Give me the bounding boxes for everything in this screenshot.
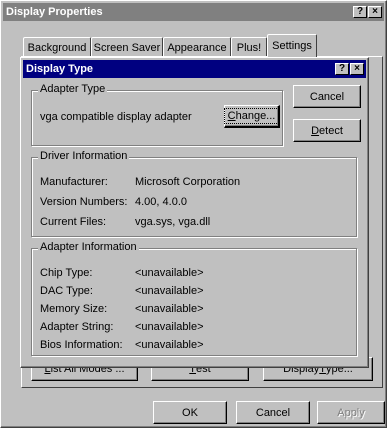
display-type-title: Display Type <box>26 63 94 75</box>
bios-information-value: <unavailable> <box>135 339 204 351</box>
apply-button[interactable]: Apply <box>317 401 385 424</box>
version-numbers-value: 4.00, 4.0.0 <box>135 196 187 208</box>
detect-button[interactable]: Detect <box>293 119 361 142</box>
driver-information-label: Driver Information <box>38 150 130 162</box>
ok-button[interactable]: OK <box>153 401 227 424</box>
close-icon: × <box>354 63 360 74</box>
change-button[interactable]: Change... <box>223 105 280 128</box>
display-type-titlebar[interactable]: Display Type ? × <box>23 60 366 78</box>
memory-size-value: <unavailable> <box>135 303 204 315</box>
manufacturer-value: Microsoft Corporation <box>135 176 241 188</box>
close-icon: × <box>372 6 378 17</box>
version-numbers-label: Version Numbers: <box>40 196 128 208</box>
dialog-help-button[interactable]: ? <box>335 63 349 75</box>
tab-background[interactable]: Background <box>23 37 91 57</box>
memory-size-label: Memory Size: <box>40 303 108 315</box>
display-properties-titlebar[interactable]: Display Properties ? × <box>3 3 384 21</box>
help-icon: ? <box>356 6 364 17</box>
dialog-cancel-button[interactable]: Cancel <box>293 85 361 108</box>
adapter-type-value: vga compatible display adapter <box>40 111 192 123</box>
current-files-label: Current Files: <box>40 216 107 228</box>
help-icon: ? <box>338 63 346 74</box>
cancel-button[interactable]: Cancel <box>236 401 310 424</box>
driver-information-group: Driver Information Manufacturer: Microso… <box>31 150 357 237</box>
bios-information-label: Bios Information: <box>40 339 123 351</box>
help-button[interactable]: ? <box>353 6 367 18</box>
display-properties-title: Display Properties <box>6 6 103 18</box>
current-files-value: vga.sys, vga.dll <box>135 216 211 228</box>
dac-type-label: DAC Type: <box>40 285 93 297</box>
adapter-information-group: Adapter Information Chip Type: <unavaila… <box>31 241 357 356</box>
chip-type-label: Chip Type: <box>40 267 93 279</box>
adapter-type-label: Adapter Type <box>38 83 108 95</box>
adapter-string-label: Adapter String: <box>40 321 114 333</box>
dac-type-value: <unavailable> <box>135 285 204 297</box>
adapter-information-label: Adapter Information <box>38 241 139 253</box>
tab-appearance[interactable]: Appearance <box>163 37 231 57</box>
tab-plus[interactable]: Plus! <box>231 37 267 57</box>
adapter-string-value: <unavailable> <box>135 321 204 333</box>
display-type-dialog: Display Type ? × Adapter Type vga compat… <box>20 57 369 368</box>
tab-screen-saver[interactable]: Screen Saver <box>91 37 163 57</box>
manufacturer-label: Manufacturer: <box>40 176 108 188</box>
close-button[interactable]: × <box>368 6 382 18</box>
adapter-type-group: Adapter Type vga compatible display adap… <box>31 83 283 146</box>
dialog-close-button[interactable]: × <box>350 63 364 75</box>
chip-type-value: <unavailable> <box>135 267 204 279</box>
tab-settings[interactable]: Settings <box>267 34 317 57</box>
